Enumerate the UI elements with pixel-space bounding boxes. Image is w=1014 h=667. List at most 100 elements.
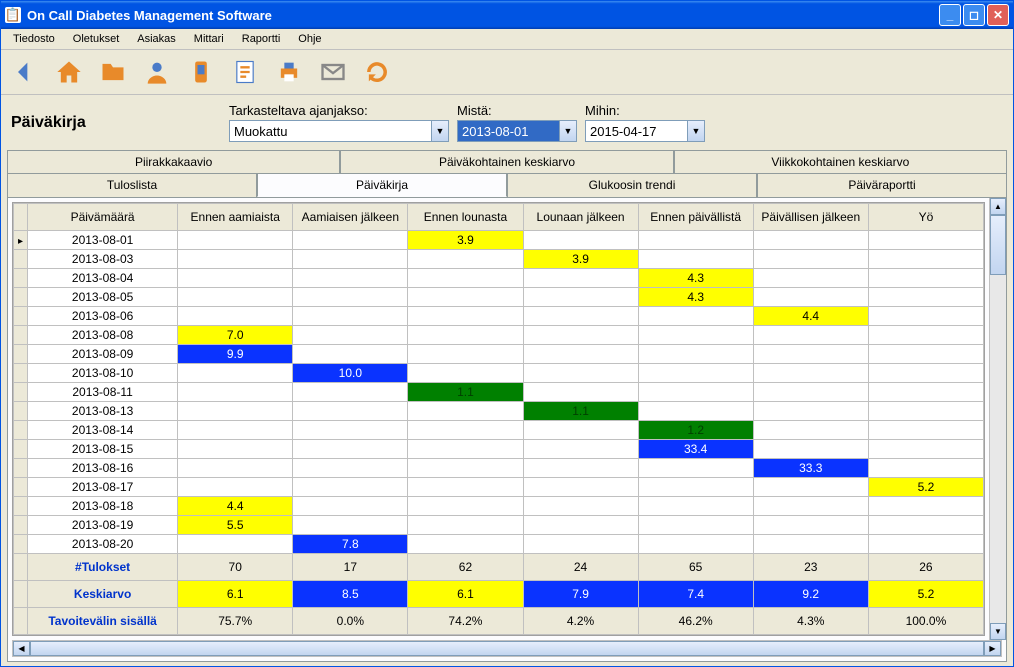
empty-cell[interactable] (178, 478, 293, 497)
date-cell[interactable]: 2013-08-08 (28, 326, 178, 345)
mail-icon[interactable] (315, 54, 351, 90)
date-cell[interactable]: 2013-08-13 (28, 402, 178, 421)
tab-glukoosin-trendi[interactable]: Glukoosin trendi (507, 173, 757, 197)
empty-cell[interactable] (523, 421, 638, 440)
empty-cell[interactable] (523, 326, 638, 345)
empty-cell[interactable] (753, 231, 868, 250)
empty-cell[interactable] (178, 269, 293, 288)
value-cell[interactable]: 7.8 (293, 535, 408, 554)
menu-asiakas[interactable]: Asiakas (129, 31, 184, 47)
date-cell[interactable]: 2013-08-09 (28, 345, 178, 364)
value-cell[interactable]: 4.3 (638, 269, 753, 288)
empty-cell[interactable] (523, 364, 638, 383)
empty-cell[interactable] (178, 535, 293, 554)
home-icon[interactable] (51, 54, 87, 90)
empty-cell[interactable] (753, 516, 868, 535)
empty-cell[interactable] (178, 383, 293, 402)
empty-cell[interactable] (753, 326, 868, 345)
value-cell[interactable]: 3.9 (408, 231, 523, 250)
scroll-up-button[interactable]: ▲ (990, 198, 1006, 215)
empty-cell[interactable] (523, 535, 638, 554)
row-selector[interactable] (14, 307, 28, 326)
row-selector[interactable] (14, 288, 28, 307)
menu-tiedosto[interactable]: Tiedosto (5, 31, 63, 47)
empty-cell[interactable] (293, 269, 408, 288)
empty-cell[interactable] (408, 288, 523, 307)
tab-päiväkirja[interactable]: Päiväkirja (257, 173, 507, 197)
maximize-button[interactable]: ◻ (963, 4, 985, 26)
scroll-thumb[interactable] (30, 641, 984, 656)
tab-viikkokohtainen-keskiarvo[interactable]: Viikkokohtainen keskiarvo (674, 150, 1007, 173)
value-cell[interactable]: 5.5 (178, 516, 293, 535)
empty-cell[interactable] (408, 497, 523, 516)
empty-cell[interactable] (293, 402, 408, 421)
folder-icon[interactable] (95, 54, 131, 90)
tab-päiväraportti[interactable]: Päiväraportti (757, 173, 1007, 197)
date-cell[interactable]: 2013-08-14 (28, 421, 178, 440)
row-selector[interactable] (14, 535, 28, 554)
empty-cell[interactable] (753, 497, 868, 516)
row-selector[interactable] (14, 269, 28, 288)
empty-cell[interactable] (753, 383, 868, 402)
date-cell[interactable]: 2013-08-04 (28, 269, 178, 288)
row-selector[interactable] (14, 383, 28, 402)
report-icon[interactable] (227, 54, 263, 90)
empty-cell[interactable] (638, 535, 753, 554)
value-cell[interactable]: 9.9 (178, 345, 293, 364)
tab-tuloslista[interactable]: Tuloslista (7, 173, 257, 197)
empty-cell[interactable] (753, 421, 868, 440)
scroll-down-button[interactable]: ▼ (990, 623, 1006, 640)
empty-cell[interactable] (523, 288, 638, 307)
empty-cell[interactable] (638, 345, 753, 364)
row-selector[interactable] (14, 459, 28, 478)
empty-cell[interactable] (753, 364, 868, 383)
column-header[interactable]: Yö (868, 204, 983, 231)
diary-grid[interactable]: PäivämääräEnnen aamiaistaAamiaisen jälke… (12, 202, 985, 636)
empty-cell[interactable] (523, 440, 638, 459)
empty-cell[interactable] (408, 402, 523, 421)
row-selector[interactable] (14, 478, 28, 497)
row-selector[interactable] (14, 421, 28, 440)
empty-cell[interactable] (408, 307, 523, 326)
empty-cell[interactable] (293, 497, 408, 516)
date-cell[interactable]: 2013-08-05 (28, 288, 178, 307)
empty-cell[interactable] (753, 288, 868, 307)
empty-cell[interactable] (753, 269, 868, 288)
column-header[interactable]: Ennen päivällistä (638, 204, 753, 231)
value-cell[interactable]: 4.3 (638, 288, 753, 307)
empty-cell[interactable] (523, 516, 638, 535)
row-selector[interactable] (14, 231, 28, 250)
date-cell[interactable]: 2013-08-19 (28, 516, 178, 535)
empty-cell[interactable] (293, 459, 408, 478)
scroll-left-button[interactable]: ◀ (13, 641, 30, 656)
date-cell[interactable]: 2013-08-17 (28, 478, 178, 497)
empty-cell[interactable] (408, 269, 523, 288)
empty-cell[interactable] (868, 421, 983, 440)
row-selector[interactable] (14, 345, 28, 364)
empty-cell[interactable] (868, 307, 983, 326)
empty-cell[interactable] (638, 383, 753, 402)
empty-cell[interactable] (868, 516, 983, 535)
value-cell[interactable]: 1.2 (638, 421, 753, 440)
empty-cell[interactable] (868, 383, 983, 402)
row-selector[interactable] (14, 250, 28, 269)
column-header[interactable]: Päivällisen jälkeen (753, 204, 868, 231)
empty-cell[interactable] (753, 478, 868, 497)
empty-cell[interactable] (638, 307, 753, 326)
empty-cell[interactable] (868, 288, 983, 307)
row-selector[interactable] (14, 516, 28, 535)
empty-cell[interactable] (408, 364, 523, 383)
column-header[interactable]: Aamiaisen jälkeen (293, 204, 408, 231)
scroll-thumb[interactable] (990, 215, 1006, 275)
empty-cell[interactable] (178, 307, 293, 326)
empty-cell[interactable] (408, 440, 523, 459)
empty-cell[interactable] (638, 497, 753, 516)
empty-cell[interactable] (178, 402, 293, 421)
empty-cell[interactable] (293, 345, 408, 364)
empty-cell[interactable] (523, 345, 638, 364)
value-cell[interactable]: 4.4 (753, 307, 868, 326)
vertical-scrollbar[interactable]: ▲ ▼ (989, 198, 1006, 640)
to-date-select[interactable]: 2015-04-17 ▼ (585, 120, 705, 142)
empty-cell[interactable] (408, 345, 523, 364)
row-selector[interactable] (14, 364, 28, 383)
